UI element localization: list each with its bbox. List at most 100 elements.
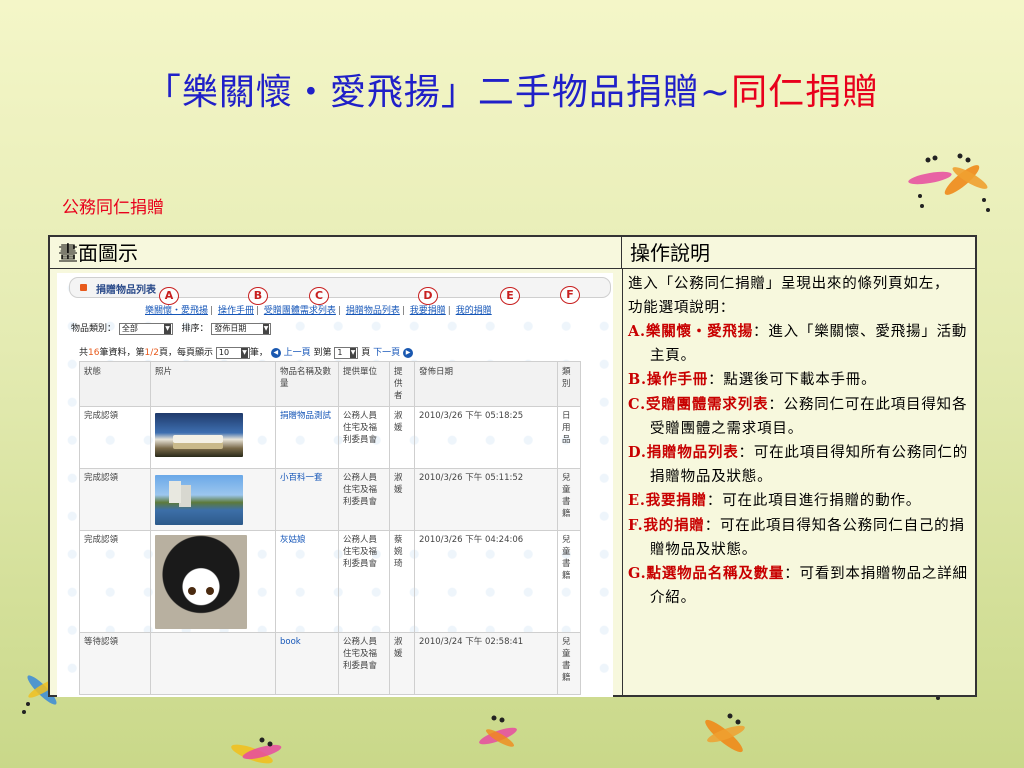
item-key: D. (628, 444, 647, 462)
cell-date: 2010/3/26 下午 04:24:06 (414, 530, 558, 633)
cell-provider: 蔡婉琦 (389, 530, 415, 633)
item-label: 樂關懷・愛飛揚 (645, 323, 754, 341)
goto-label: 到第 (313, 348, 332, 358)
nav-link-donate[interactable]: 我要捐贈 (410, 306, 446, 316)
cell-unit: 公務人員住宅及福利委員會 (338, 530, 390, 633)
goto-unit: 頁 (361, 348, 371, 358)
item-key: E. (628, 492, 646, 510)
title-accent: 同仁捐贈 (731, 72, 880, 113)
column-divider (622, 269, 623, 695)
col-category: 類別 (557, 361, 581, 407)
instruction-item-c: C.受贈團體需求列表：公務同仁可在此項目得知各受贈團體之需求項目。 (628, 393, 974, 441)
pager-text: 筆資料，第 (99, 348, 145, 358)
dragonfly-icon (231, 737, 282, 764)
current-page: 1/2 (144, 348, 159, 358)
photo-river[interactable] (155, 475, 243, 525)
item-name-link[interactable]: 小百科一套 (275, 468, 339, 531)
cell-unit: 公務人員住宅及福利委員會 (338, 468, 390, 531)
donation-table: 狀態 照片 物品名稱及數量 提供單位 提供者 發佈日期 類別 完成認領 捐贈物品… (79, 361, 581, 695)
content-table: 畫面圖示 操作說明 捐贈物品列表 樂關懷・愛飛揚 | 操作手冊 | 受贈團體需求列表… (48, 235, 977, 697)
prev-arrow-icon[interactable]: ◀ (270, 347, 281, 358)
sort-label: 排序： (181, 324, 209, 334)
item-name-link[interactable]: 捐贈物品測試 (275, 406, 339, 469)
table-row: 完成認領 小百科一套 公務人員住宅及福利委員會 淑媛 2010/3/26 下午 … (79, 468, 581, 531)
dragonfly-icon (908, 153, 990, 212)
cell-status: 完成認領 (79, 406, 151, 469)
marker-a: A (159, 287, 179, 305)
photo-puppy[interactable] (155, 535, 247, 629)
cell-provider: 淑媛 (389, 406, 415, 469)
intro-text: 進入「公務同仁捐贈」呈現出來的條列頁如左， (628, 276, 950, 292)
intro-label: 功能選項說明： (628, 299, 736, 316)
nav-link-manual[interactable]: 操作手冊 (218, 306, 254, 316)
dragonfly-icon (479, 715, 517, 747)
cell-photo (150, 530, 276, 633)
prev-page-link[interactable]: 上一頁 (284, 348, 311, 358)
section-subtitle: 公務同仁捐贈 (62, 198, 164, 218)
table-header-row: 狀態 照片 物品名稱及數量 提供單位 提供者 發佈日期 類別 (79, 361, 581, 407)
list-title: 捐贈物品列表 (96, 285, 156, 296)
table-row: 完成認領 捐贈物品測試 公務人員住宅及福利委員會 淑媛 2010/3/26 下午… (79, 406, 581, 469)
next-page-link[interactable]: 下一頁 (373, 348, 400, 358)
marker-e: E (500, 287, 520, 305)
col-status: 狀態 (79, 361, 151, 407)
pager-text: 筆， (249, 348, 268, 358)
table-row: 完成認領 灰姑娘 公務人員住宅及福利委員會 蔡婉琦 2010/3/26 下午 0… (79, 530, 581, 633)
cell-category: 兒童書籍 (557, 632, 581, 695)
pager-text: 共 (79, 348, 89, 358)
list-title-bar: 捐贈物品列表 (69, 277, 611, 298)
cell-status: 等待認領 (79, 632, 151, 695)
nav-link-my-donations[interactable]: 我的捐贈 (456, 306, 492, 316)
cell-category: 兒童書籍 (557, 468, 581, 531)
cell-photo (150, 632, 276, 695)
col-unit: 提供單位 (338, 361, 390, 407)
instruction-item-b: B.操作手冊：點選後可下載本手冊。 (628, 368, 974, 393)
instruction-item-e: E.我要捐贈：可在此項目進行捐贈的動作。 (628, 489, 974, 514)
cell-provider: 淑媛 (389, 632, 415, 695)
instruction-item-f: F.我的捐贈：可在此項目得知各公務同仁自己的捐贈物品及狀態。 (628, 514, 974, 562)
nav-link-needs-list[interactable]: 受贈團體需求列表 (264, 306, 336, 316)
col-date: 發佈日期 (414, 361, 558, 407)
category-select[interactable]: 全部 (118, 322, 173, 335)
filter-row: 物品類別： 全部 排序： 發佈日期 (71, 321, 272, 335)
photo-building[interactable] (155, 413, 243, 457)
instruction-item-g: G.點選物品名稱及數量：可看到本捐贈物品之詳細介紹。 (628, 562, 974, 610)
item-label: 我的捐贈 (643, 516, 705, 534)
item-text: ：可在此項目進行捐贈的動作。 (706, 493, 922, 510)
item-text: ：點選後可下載本手冊。 (708, 372, 877, 389)
item-label: 捐贈物品列表 (646, 444, 739, 462)
cell-unit: 公務人員住宅及福利委員會 (338, 632, 390, 695)
item-label: 點選物品名稱及數量 (646, 565, 785, 583)
next-arrow-icon[interactable]: ▶ (403, 347, 414, 358)
cell-provider: 淑媛 (389, 468, 415, 531)
item-key: A. (628, 323, 646, 341)
cell-photo (150, 406, 276, 469)
cell-status: 完成認領 (79, 468, 151, 531)
nav-link-home[interactable]: 樂關懷・愛飛揚 (145, 306, 208, 316)
instruction-item-d: D.捐贈物品列表：可在此項目得知所有公務同仁的捐贈物品及狀態。 (628, 441, 974, 489)
total-count: 16 (88, 348, 100, 358)
col-provider: 提供者 (389, 361, 415, 407)
instruction-text: 進入「公務同仁捐贈」呈現出來的條列頁如左， 功能選項說明： A.樂關懷・愛飛揚 ：… (628, 273, 974, 610)
app-screenshot: 捐贈物品列表 樂關懷・愛飛揚 | 操作手冊 | 受贈團體需求列表 | 捐贈物品列表 | … (57, 273, 613, 697)
pager: 共16筆資料，第1/2頁，每頁顯示 10筆， ◀ 上一頁 到第 1 頁 下一頁 … (79, 345, 414, 359)
col-name: 物品名稱及數量 (275, 361, 339, 407)
item-label: 我要捐贈 (645, 492, 707, 510)
goto-page-select[interactable]: 1 (334, 346, 359, 359)
item-key: B. (628, 371, 647, 389)
nav-link-donation-list[interactable]: 捐贈物品列表 (346, 306, 400, 316)
item-name-link[interactable]: 灰姑娘 (275, 530, 339, 633)
item-label: 受贈團體需求列表 (645, 395, 769, 413)
item-key: C. (628, 395, 646, 413)
cell-category: 兒童書籍 (557, 530, 581, 633)
marker-c: C (309, 287, 329, 305)
item-label: 操作手冊 (646, 371, 709, 389)
slide-title: 「樂關懷・愛飛揚」二手物品捐贈~同仁捐贈 (0, 68, 1024, 118)
per-page-select[interactable]: 10 (215, 346, 250, 359)
item-name-link[interactable]: book (275, 632, 339, 695)
category-label: 物品類別： (71, 324, 117, 334)
marker-d: D (418, 287, 438, 305)
sort-select[interactable]: 發佈日期 (211, 322, 272, 335)
title-main: 「樂關懷・愛飛揚」二手物品捐贈~ (144, 72, 732, 113)
cell-category: 日用品 (557, 406, 581, 469)
